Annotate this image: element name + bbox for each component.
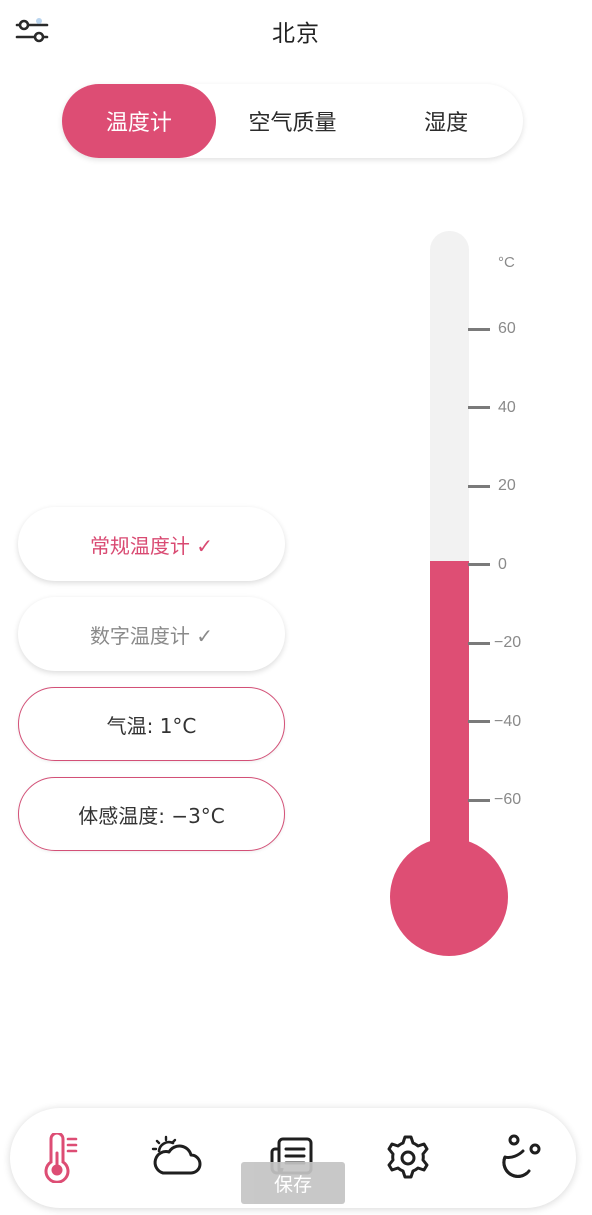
scale-tick — [468, 406, 490, 409]
thermometer-mercury — [430, 560, 469, 871]
nav-thermometer[interactable] — [33, 1130, 89, 1186]
thermometer-tube — [430, 231, 469, 871]
scale-tick — [468, 641, 490, 645]
scale-label: −60 — [494, 791, 522, 808]
scale-label: 60 — [498, 320, 516, 337]
tab-air-quality[interactable]: 空气质量 — [216, 84, 370, 158]
scale-label: −40 — [494, 712, 522, 730]
scale-tick — [468, 798, 490, 802]
scale-label: −20 — [494, 634, 522, 651]
nav-care[interactable] — [494, 1130, 550, 1186]
scale-tick — [468, 484, 490, 488]
drops-icon — [502, 1134, 541, 1178]
unit-label: °C — [498, 254, 515, 271]
tab-bar: 温度计 空气质量 湿度 — [62, 84, 523, 158]
scale-tick — [468, 327, 490, 331]
thermometer-icon — [44, 1133, 78, 1183]
scale-tick — [468, 720, 490, 723]
tab-thermometer[interactable]: 温度计 — [62, 84, 216, 158]
digital-thermometer-option[interactable]: 数字温度计 ✓ — [18, 597, 285, 671]
feels-like-temperature-pill: 体感温度: −3°C — [18, 777, 285, 851]
scale-tick — [468, 563, 490, 566]
thermometer-bulb — [390, 838, 508, 956]
air-temperature-pill: 气温: 1°C — [18, 687, 285, 761]
scale-label: 0 — [498, 555, 507, 573]
gear-icon — [387, 1135, 429, 1179]
sun-cloud-icon — [151, 1135, 202, 1175]
nav-settings[interactable] — [380, 1130, 436, 1186]
nav-weather[interactable] — [150, 1130, 206, 1186]
tab-humidity[interactable]: 湿度 — [369, 84, 523, 158]
city-title: 北京 — [272, 21, 320, 47]
scale-label: 20 — [498, 477, 516, 494]
thermometer-page: 北京 温度计 空气质量 湿度 常规温度计 ✓ 数字温度计 ✓ 气温: 1°C 体… — [0, 0, 592, 1215]
save-button[interactable]: 保存 — [241, 1162, 345, 1204]
regular-thermometer-option[interactable]: 常规温度计 ✓ — [18, 507, 285, 581]
scale-label: 40 — [498, 398, 516, 416]
